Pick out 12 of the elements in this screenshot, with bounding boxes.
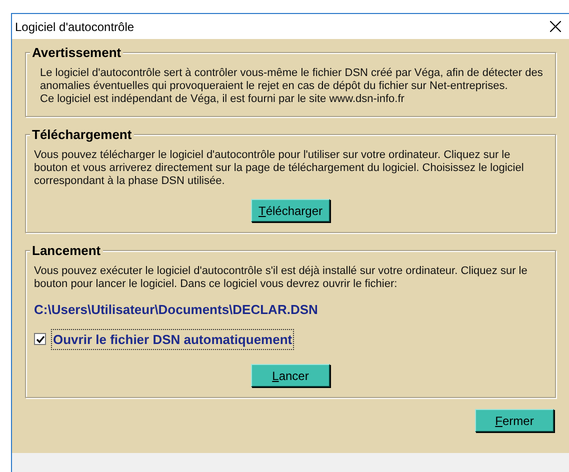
checkbox[interactable] [34,333,46,346]
launch-button[interactable]: Lancer [251,364,330,387]
description-text: Vous pouvez télécharger le logiciel d'autocontrôle pour l'utiliser sur votre ordinateur. Cliquez sur le bouton et vous arriverez directement sur la page de téléchargement du logiciel. Choisissez le logiciel correspondant à la phase DSN utilisée. [34,149,525,188]
file-path: C:\Users\Utilisateur\Documents\DECLAR.DSN [34,301,319,319]
close-button[interactable]: Fermer [475,409,554,432]
checkbox-label[interactable]: Ouvrir le fichier DSN automatiquement [51,328,294,350]
window-title: Logiciel d'autocontrôle [15,18,134,36]
download-button[interactable]: Télécharger [251,199,330,222]
description-text: Ce logiciel est indépendant de Véga, il est fourni par le site www.dsn-info.fr [39,93,406,106]
description-text: Le logiciel d'autocontrôle sert à contrôler vous-même le fichier DSN créé par Véga, afin de détecter des anomalies éventuelles qui provoqueraient le rejet en cas de dépôt du fichier sur Net-entreprises. [39,67,543,93]
close-icon[interactable] [550,21,561,32]
description-text: Vous pouvez exécuter le logiciel d'autocontrôle s'il est déjà installé sur votre ordinateur. Cliquez sur le bouton pour lancer le logiciel. Dans ce logiciel vous devrez ouvrir le fichier: [34,265,528,291]
